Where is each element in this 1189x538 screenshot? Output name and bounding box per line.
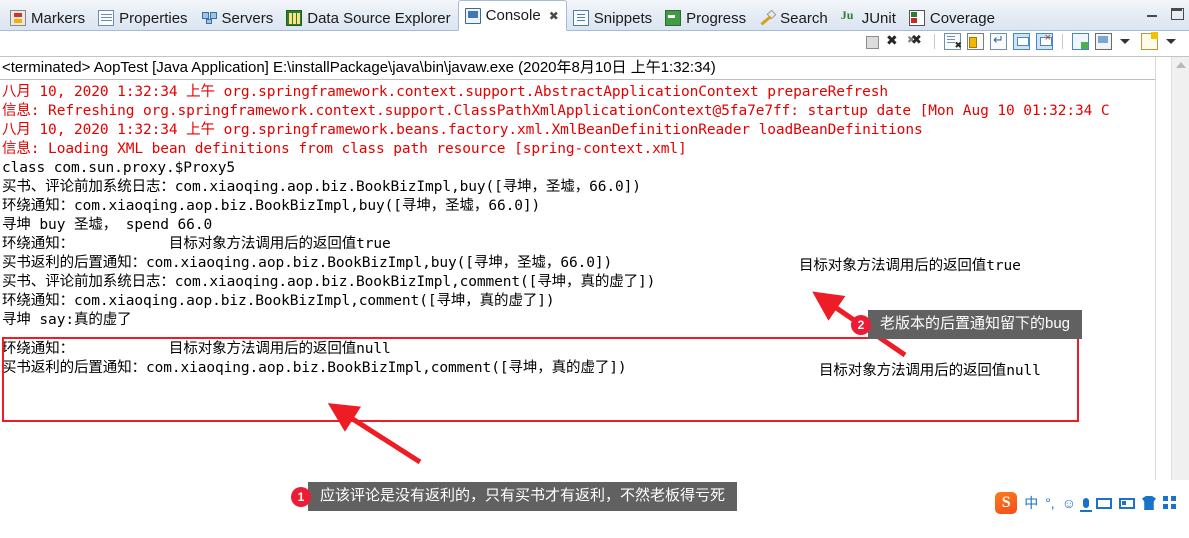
window-buttons	[1146, 7, 1184, 20]
tab-label: Markers	[31, 9, 86, 27]
console-line: 环绕通知：com.xiaoqing.aop.biz.BookBizImpl,co…	[2, 293, 555, 309]
minimize-icon[interactable]	[1146, 7, 1159, 20]
callout-text: 老版本的后置通知留下的bug	[868, 310, 1083, 339]
language-mode-icon[interactable]: 中	[1024, 496, 1038, 510]
console-toolbar-buttons	[866, 32, 1181, 51]
tab-label: Coverage	[929, 9, 995, 27]
handwriting-icon[interactable]	[1119, 497, 1135, 509]
vertical-scrollbar[interactable]	[1171, 57, 1189, 480]
console-line: 八月 10, 2020 1:32:34 上午 org.springframewo…	[2, 122, 923, 138]
tab-snippets[interactable]: Snippets	[567, 5, 659, 31]
console-icon	[464, 7, 481, 24]
close-icon[interactable]: ✖	[549, 9, 559, 23]
properties-icon	[98, 10, 115, 26]
toolbox-icon[interactable]	[1163, 496, 1177, 510]
toolbar-separator	[1062, 34, 1063, 49]
console-line: 寻坤 say:真的虚了	[2, 312, 132, 328]
open-console-menu-icon[interactable]	[1164, 33, 1181, 50]
eclipse-console-window: Markers Properties Servers Data Source E…	[0, 0, 1189, 538]
annotation-return-true: 目标对象方法调用后的返回值true	[799, 258, 1021, 274]
console-toolbar	[0, 31, 1189, 57]
callout-1: 1 应该评论是没有返利的，只有买书才有返利，不然老板得亏死	[291, 482, 738, 511]
tab-label: Search	[780, 9, 828, 27]
remove-all-terminated-icon[interactable]	[907, 32, 925, 50]
callout-2: 2 老版本的后置通知留下的bug	[851, 310, 1083, 339]
remove-launch-icon[interactable]	[885, 32, 902, 50]
tab-list: Markers Properties Servers Data Source E…	[4, 0, 1002, 31]
callout-badge: 1	[291, 486, 311, 507]
console-output-area[interactable]: <terminated> AopTest [Java Application] …	[0, 57, 1189, 538]
console-line: 寻坤 buy 圣墟， spend 66.0	[2, 217, 213, 233]
tab-label: JUnit	[861, 9, 896, 27]
tab-search[interactable]: Search	[753, 5, 835, 31]
punctuation-mode-icon[interactable]: °,	[1045, 496, 1055, 510]
junit-icon	[841, 8, 857, 26]
servers-icon	[201, 10, 217, 26]
show-console-on-output-icon[interactable]	[1013, 33, 1030, 50]
search-icon	[759, 10, 775, 26]
console-right-gutter	[1155, 57, 1171, 480]
tab-label: Progress	[686, 9, 747, 27]
console-line: class com.sun.proxy.$Proxy5	[2, 160, 236, 176]
annotation-return-null: 目标对象方法调用后的返回值null	[819, 363, 1041, 379]
console-line: 信息: Refreshing org.springframework.conte…	[2, 103, 1110, 119]
tab-label: Properties	[119, 9, 188, 27]
tab-label: Data Source Explorer	[307, 9, 451, 27]
callout-badge: 2	[851, 314, 871, 335]
tab-properties[interactable]: Properties	[92, 5, 194, 31]
display-selected-console-icon[interactable]	[1095, 33, 1112, 50]
scroll-up-icon[interactable]	[1176, 62, 1186, 68]
skin-icon[interactable]	[1142, 496, 1156, 510]
progress-icon	[665, 10, 682, 26]
ime-toolbar[interactable]: S 中 °, ☺	[995, 490, 1177, 516]
tab-coverage[interactable]: Coverage	[903, 5, 1002, 31]
display-selected-console-menu-icon[interactable]	[1118, 33, 1135, 50]
show-console-on-error-icon[interactable]	[1036, 32, 1053, 50]
microphone-icon[interactable]	[1080, 498, 1092, 512]
console-line: 买书、评论前加系统日志：com.xiaoqing.aop.biz.BookBiz…	[2, 274, 656, 290]
tab-markers[interactable]: Markers	[4, 5, 92, 31]
sogou-logo-icon[interactable]: S	[995, 492, 1018, 514]
callout-text: 应该评论是没有返利的，只有买书才有返利，不然老板得亏死	[308, 482, 738, 511]
coverage-icon	[908, 10, 925, 26]
console-line: 环绕通知：com.xiaoqing.aop.biz.BookBizImpl,bu…	[2, 198, 541, 214]
word-wrap-icon[interactable]	[990, 32, 1007, 50]
console-line: 环绕通知： 目标对象方法调用后的返回值true	[2, 236, 391, 252]
console-line: 八月 10, 2020 1:32:34 上午 org.springframewo…	[2, 84, 889, 100]
header-divider	[0, 79, 1155, 80]
view-tabbar: Markers Properties Servers Data Source E…	[0, 0, 1189, 31]
scroll-lock-icon[interactable]	[967, 33, 984, 50]
console-line: 信息: Loading XML bean definitions from cl…	[2, 141, 687, 157]
tab-label: Console	[485, 7, 541, 24]
tab-servers[interactable]: Servers	[195, 5, 281, 31]
console-line: 买书、评论前加系统日志：com.xiaoqing.aop.biz.BookBiz…	[2, 179, 641, 195]
console-line: 买书返利的后置通知：com.xiaoqing.aop.biz.BookBizIm…	[2, 360, 627, 376]
bottom-strip	[0, 522, 1189, 538]
console-line: 环绕通知： 目标对象方法调用后的返回值null	[2, 341, 391, 357]
open-console-icon[interactable]	[1141, 32, 1158, 50]
maximize-icon[interactable]	[1170, 7, 1184, 20]
pin-console-icon[interactable]	[1072, 33, 1089, 50]
tab-console[interactable]: Console ✖	[457, 0, 567, 31]
database-icon	[286, 10, 303, 26]
tab-label: Servers	[221, 9, 274, 27]
emoji-icon[interactable]: ☺	[1062, 496, 1076, 510]
snippets-icon	[572, 10, 589, 26]
tab-data-source-explorer[interactable]: Data Source Explorer	[280, 5, 457, 31]
console-line: 买书返利的后置通知：com.xiaoqing.aop.biz.BookBizIm…	[2, 255, 613, 271]
console-launch-header: <terminated> AopTest [Java Application] …	[2, 59, 716, 76]
tab-label: Snippets	[593, 9, 653, 27]
toolbar-separator	[934, 34, 935, 49]
tab-junit[interactable]: JUnit	[835, 5, 903, 31]
soft-keyboard-icon[interactable]	[1096, 497, 1112, 509]
clear-console-icon[interactable]	[944, 33, 962, 51]
terminate-icon[interactable]	[866, 36, 879, 49]
tab-progress[interactable]: Progress	[659, 5, 753, 31]
markers-icon	[10, 10, 26, 26]
